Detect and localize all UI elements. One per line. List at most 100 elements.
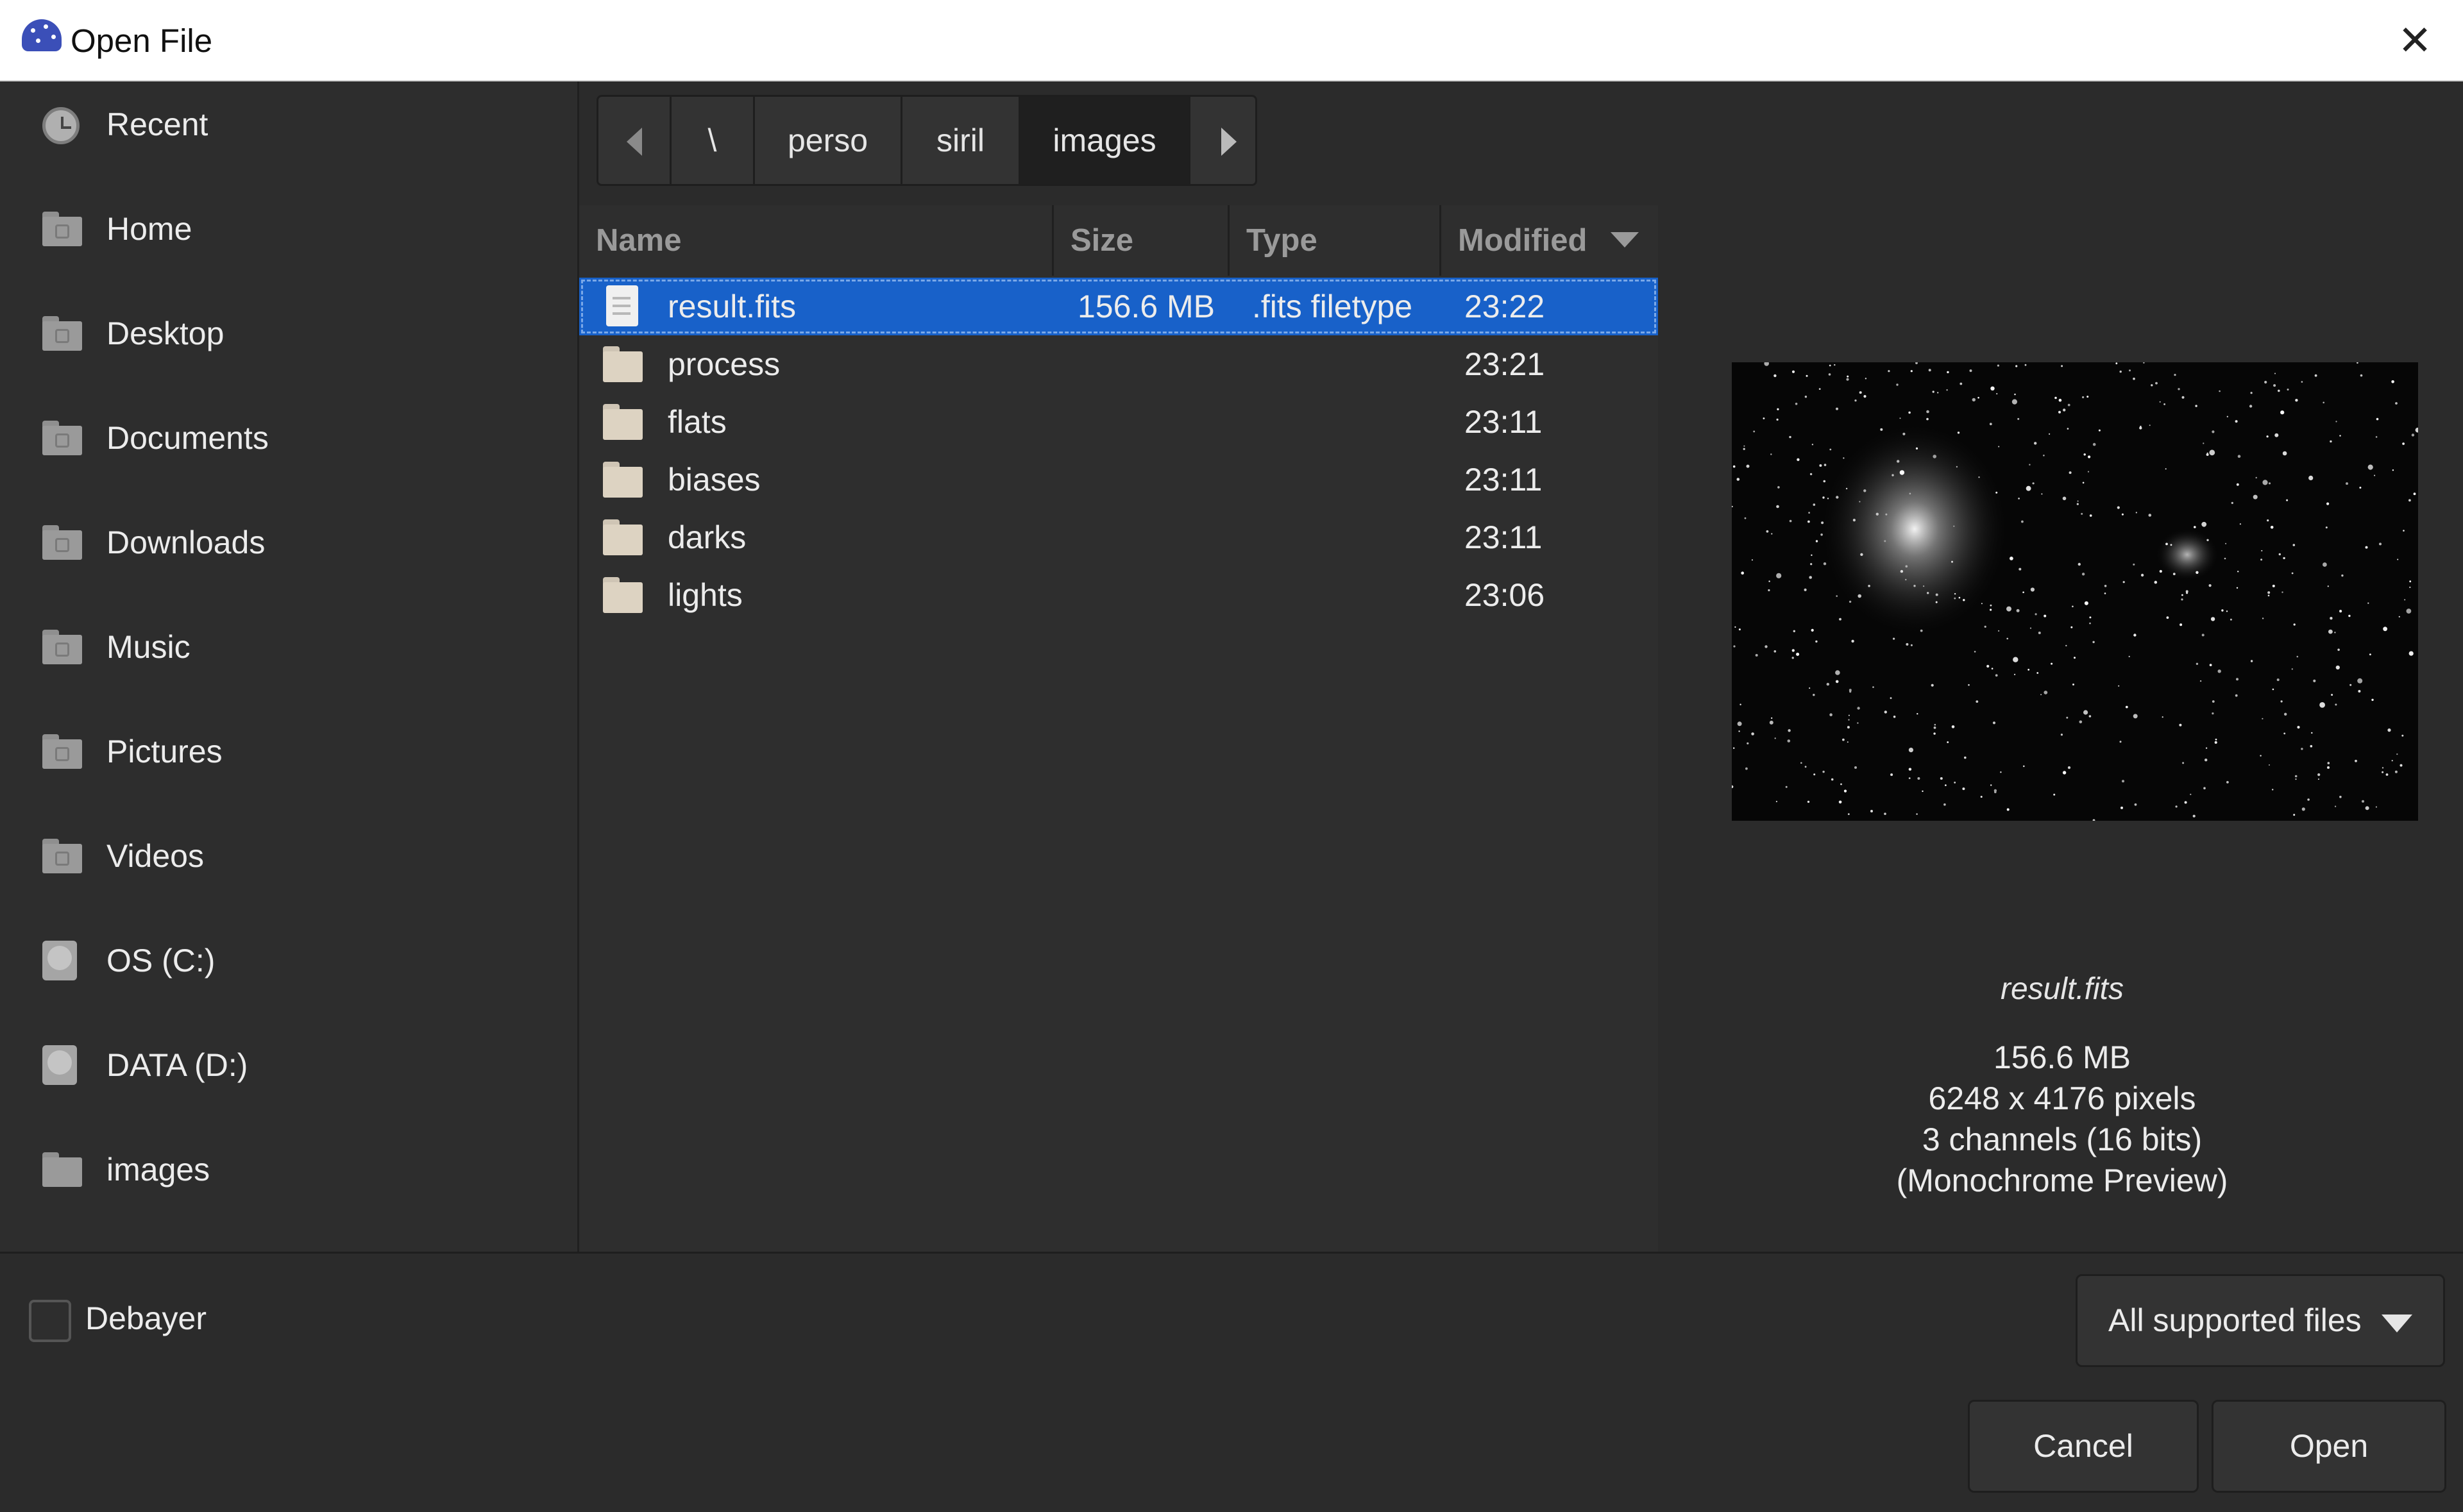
star <box>2165 542 2168 546</box>
star <box>1933 732 1936 735</box>
star <box>1821 521 1824 525</box>
star <box>2301 807 2305 811</box>
file-type-filter-value: All supported files <box>2108 1302 2362 1338</box>
star <box>2323 401 2324 404</box>
sidebar-item-recent[interactable]: Recent <box>0 88 577 165</box>
star <box>2215 738 2217 741</box>
star <box>1822 770 1825 773</box>
file-row[interactable]: lights 23:06 <box>579 566 1658 624</box>
cancel-button[interactable]: Cancel <box>1968 1400 2199 1493</box>
sidebar-item-images[interactable]: images <box>0 1133 577 1210</box>
star <box>1733 645 1736 648</box>
star <box>1739 703 1741 705</box>
star <box>2293 814 2296 816</box>
star <box>1809 473 1813 476</box>
star <box>1951 560 1953 563</box>
sidebar-item-label: Desktop <box>106 315 224 351</box>
star <box>2081 573 2085 576</box>
path-forward-button[interactable] <box>1190 97 1255 184</box>
sidebar-item-home[interactable]: Home <box>0 192 577 269</box>
cell-name: lights <box>668 577 743 613</box>
folder-icon <box>603 517 643 557</box>
star <box>1793 630 1795 632</box>
path-segment-root[interactable]: \ <box>672 97 755 184</box>
cell-modified: 23:22 <box>1464 289 1545 324</box>
debayer-checkbox[interactable] <box>29 1300 71 1342</box>
sidebar-item-videos[interactable]: Videos <box>0 819 577 896</box>
star <box>2291 668 2293 670</box>
star <box>2040 694 2042 696</box>
star <box>1884 540 1886 542</box>
file-row[interactable]: darks 23:11 <box>579 508 1658 566</box>
folder-icon <box>603 459 643 499</box>
sidebar-item-documents[interactable]: Documents <box>0 401 577 478</box>
cell-modified: 23:21 <box>1464 346 1545 382</box>
star <box>2375 806 2377 808</box>
star <box>2190 793 2192 795</box>
star <box>1990 386 1995 391</box>
file-type-filter-dropdown[interactable]: All supported files <box>2076 1274 2445 1367</box>
star <box>2061 365 2063 367</box>
star <box>2395 402 2398 405</box>
star <box>2118 685 2120 687</box>
star <box>1934 723 1936 726</box>
folder-icon <box>603 344 643 383</box>
star <box>1836 407 1838 410</box>
star <box>2035 613 2037 616</box>
sidebar-item-music[interactable]: Music <box>0 610 577 687</box>
sidebar-item-pictures[interactable]: Pictures <box>0 715 577 792</box>
star <box>1815 640 1818 643</box>
column-header-size[interactable]: Size <box>1054 205 1230 276</box>
star <box>2032 482 2035 485</box>
star <box>2287 389 2289 391</box>
star <box>2063 408 2066 412</box>
star <box>2283 732 2286 735</box>
star <box>2022 591 2024 593</box>
sidebar-item-desktop[interactable]: Desktop <box>0 297 577 374</box>
drive-icon <box>42 941 77 980</box>
clock-icon <box>42 107 80 144</box>
column-header-type[interactable]: Type <box>1230 205 1441 276</box>
star <box>2170 544 2172 546</box>
debayer-label[interactable]: Debayer <box>85 1300 207 1337</box>
path-segment-perso[interactable]: perso <box>755 97 902 184</box>
star <box>2006 637 2008 640</box>
file-row[interactable]: flats 23:11 <box>579 393 1658 451</box>
star <box>2383 626 2387 632</box>
column-header-modified[interactable]: Modified <box>1441 205 1658 276</box>
drive-icon <box>42 1045 77 1085</box>
sidebar-item-os-c[interactable]: OS (C:) <box>0 924 577 1001</box>
star <box>2086 396 2089 398</box>
path-segment-images[interactable]: images <box>1020 97 1190 184</box>
star <box>1915 447 1918 449</box>
file-row[interactable]: result.fits 156.6 MB .fits filetype 23:22 <box>579 278 1658 335</box>
star <box>1900 569 1904 573</box>
star <box>2317 778 2319 780</box>
star <box>2330 617 2333 620</box>
star <box>1996 392 1998 395</box>
star <box>2346 482 2348 485</box>
star <box>2280 700 2283 703</box>
path-segment-siril[interactable]: siril <box>902 97 1020 184</box>
close-button[interactable]: ✕ <box>2386 12 2444 69</box>
open-button[interactable]: Open <box>2212 1400 2446 1493</box>
star <box>2165 468 2167 470</box>
star <box>1847 375 1849 378</box>
file-row[interactable]: biases 23:11 <box>579 451 1658 508</box>
star <box>2301 381 2303 383</box>
star <box>1834 364 1836 366</box>
path-back-button[interactable] <box>598 97 672 184</box>
star <box>2262 617 2264 619</box>
star <box>1858 594 1861 598</box>
star <box>2269 764 2270 766</box>
star <box>2385 773 2389 776</box>
star <box>2295 778 2297 780</box>
file-row[interactable]: process 23:21 <box>579 335 1658 393</box>
star <box>2120 806 2123 809</box>
star <box>1831 778 1834 781</box>
sidebar-item-downloads[interactable]: Downloads <box>0 506 577 583</box>
star <box>1972 398 1976 402</box>
column-header-name[interactable]: Name <box>579 205 1054 276</box>
star <box>1733 747 1735 749</box>
sidebar-item-data-d[interactable]: DATA (D:) <box>0 1029 577 1105</box>
